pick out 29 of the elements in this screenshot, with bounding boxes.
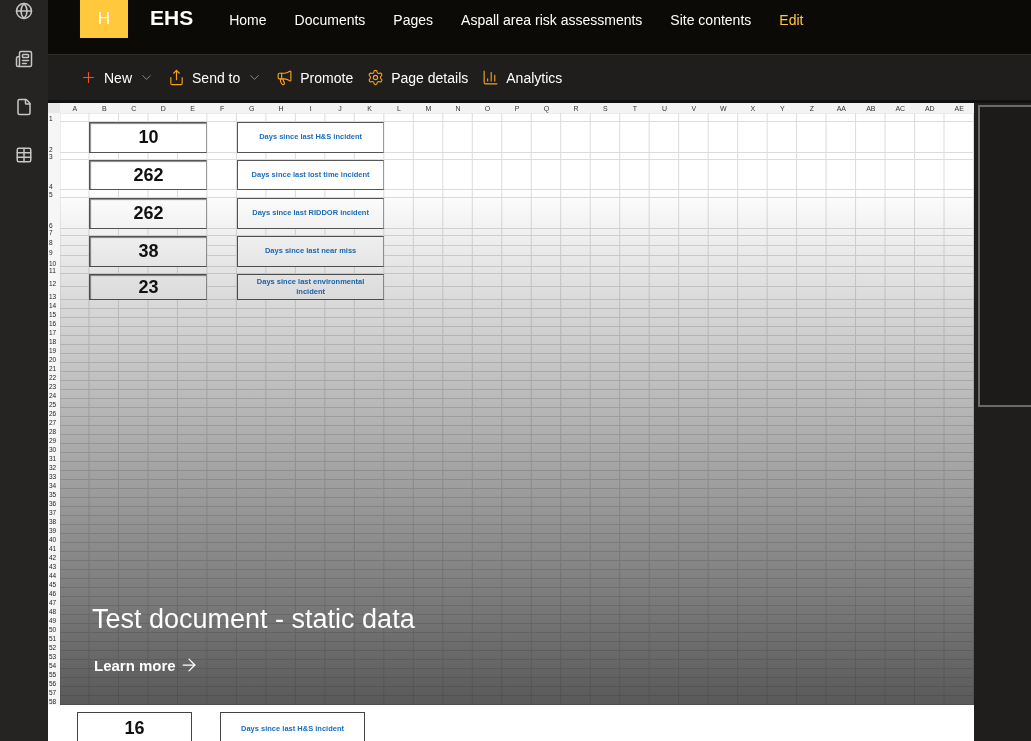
command-button[interactable]: New <box>80 69 154 86</box>
command-button[interactable]: Analytics <box>482 69 563 86</box>
nav-link[interactable]: Pages <box>393 12 434 28</box>
file-icon[interactable] <box>15 98 33 116</box>
counter-value: 16 <box>77 712 192 741</box>
counter-value: 38 <box>89 236 208 267</box>
nav-link[interactable]: Site contents <box>670 12 752 28</box>
nav-link[interactable]: Documents <box>294 12 366 28</box>
nav-link[interactable]: Aspall area risk assessments <box>461 12 643 28</box>
megaphone-icon <box>276 69 294 86</box>
command-button[interactable]: Promote <box>276 69 354 86</box>
command-button[interactable]: Page details <box>367 69 469 86</box>
counter-value: 23 <box>89 274 208 300</box>
learn-more-link[interactable]: Learn more <box>94 655 974 675</box>
counter-value: 10 <box>89 122 208 153</box>
command-button[interactable]: Send to <box>168 69 263 86</box>
site-title[interactable]: EHS <box>150 6 194 30</box>
globe-icon[interactable] <box>15 2 33 20</box>
counter-value: 262 <box>89 198 208 229</box>
edit-link[interactable]: Edit <box>779 12 804 28</box>
nav-link[interactable]: Home <box>229 12 267 28</box>
table-icon[interactable] <box>15 146 33 164</box>
share-icon <box>168 69 185 86</box>
counter-value: 262 <box>89 160 208 190</box>
chart-icon <box>482 69 500 86</box>
hero-title: Test document - static data <box>92 604 416 635</box>
news-icon[interactable] <box>15 50 33 68</box>
gear-icon <box>367 69 385 86</box>
plus-icon <box>80 69 97 86</box>
